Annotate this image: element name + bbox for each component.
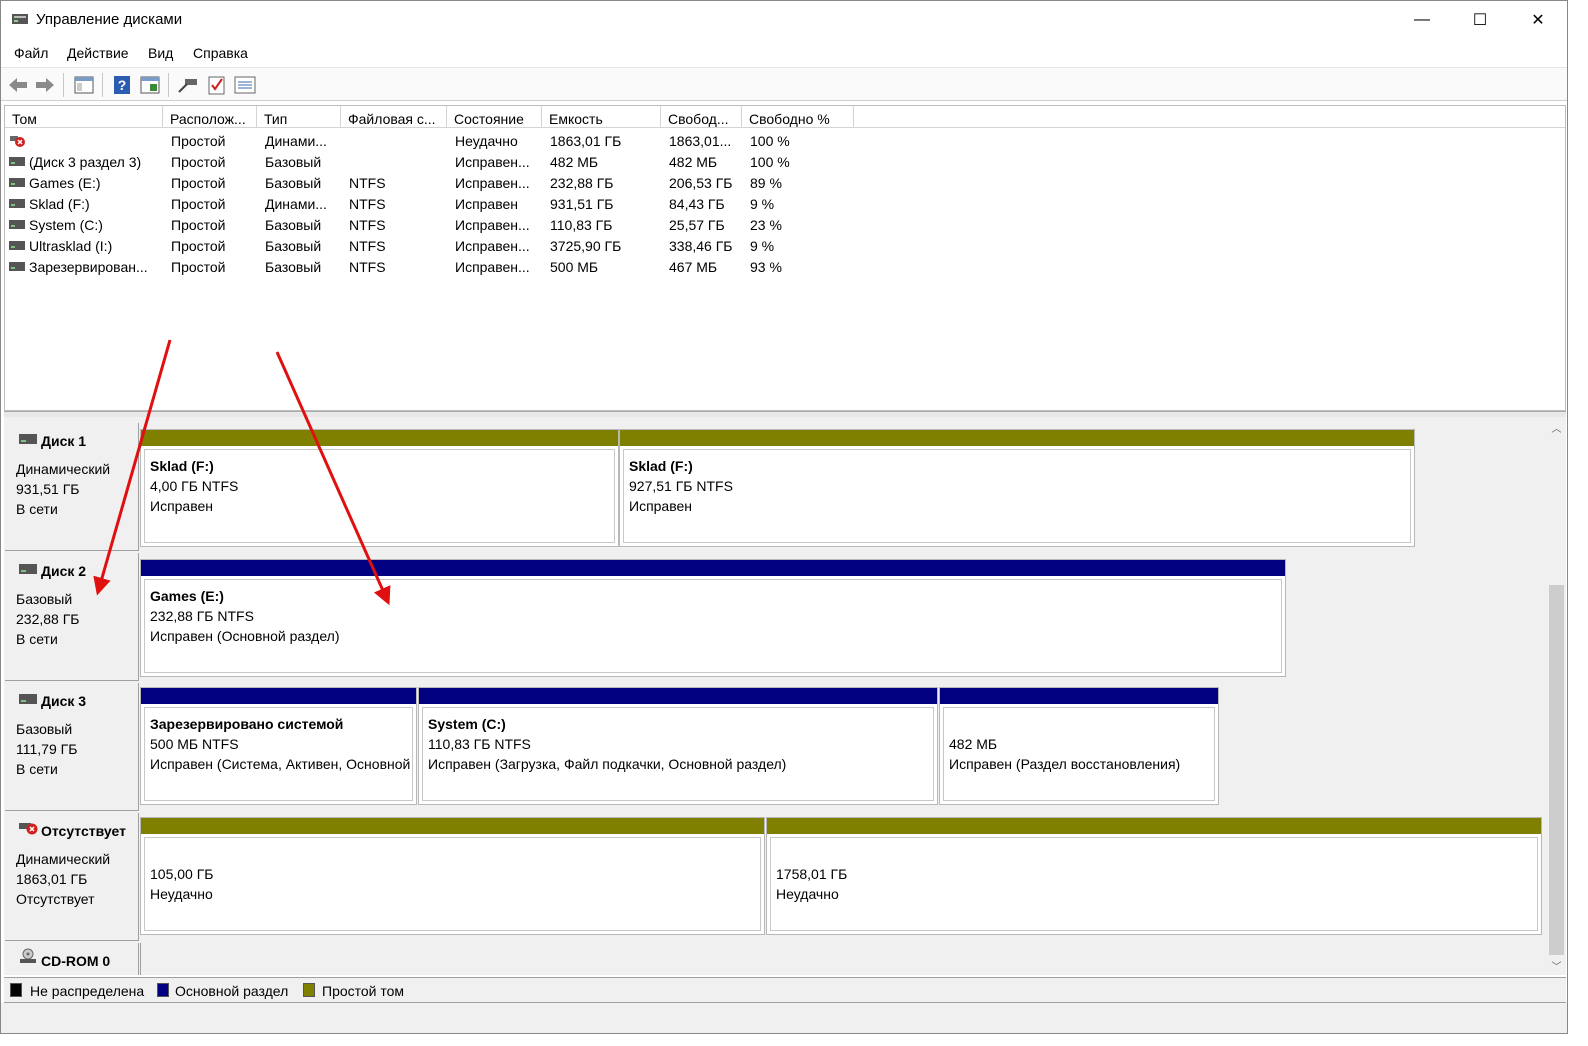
scroll-down-arrow-icon[interactable]: ﹀: [1547, 957, 1566, 973]
table-row[interactable]: Зарезервирован... Простой Базовый NTFS И…: [5, 257, 855, 278]
menu-bar: Файл Действие Вид Справка: [1, 39, 1567, 67]
table-row[interactable]: Games (E:) Простой Базовый NTFS Исправен…: [5, 173, 855, 194]
forward-arrow-icon[interactable]: [34, 74, 56, 96]
col-header-filesystem[interactable]: Файловая с...: [341, 106, 447, 128]
legend-swatch-primary: [157, 983, 169, 997]
partition-missing-1[interactable]: 105,00 ГБ Неудачно: [140, 817, 765, 935]
legend-swatch-unallocated: [10, 983, 22, 997]
menu-action[interactable]: Действие: [67, 45, 129, 61]
drive-icon: [9, 199, 25, 208]
partition-sklad-2[interactable]: Sklad (F:) 927,51 ГБ NTFS Исправен: [619, 429, 1415, 547]
drive-icon: [9, 178, 25, 187]
disk-map: Диск 1 Динамический 931,51 ГБ В сети Skl…: [4, 417, 1566, 975]
primary-partition-bar: [141, 560, 1285, 576]
failed-volume-icon: [10, 136, 25, 147]
primary-partition-bar: [141, 688, 416, 704]
disk-3-label[interactable]: Диск 3 Базовый 111,79 ГБ В сети: [5, 683, 139, 811]
scroll-thumb[interactable]: [1549, 585, 1564, 955]
disk-icon: [19, 694, 37, 704]
properties-icon[interactable]: [139, 74, 161, 96]
menu-view[interactable]: Вид: [148, 45, 173, 61]
partition-games[interactable]: Games (E:) 232,88 ГБ NTFS Исправен (Осно…: [140, 559, 1286, 677]
col-header-layout[interactable]: Располож...: [163, 106, 257, 128]
back-arrow-icon[interactable]: [7, 74, 29, 96]
scroll-up-arrow-icon[interactable]: ︿: [1547, 419, 1566, 435]
col-header-status[interactable]: Состояние: [447, 106, 542, 128]
table-row[interactable]: Sklad (F:) Простой Динами... NTFS Исправ…: [5, 194, 855, 215]
col-header-volume[interactable]: Том: [5, 106, 163, 128]
cdrom-icon: [20, 948, 36, 963]
drive-icon: [9, 220, 25, 229]
disk-management-window: Управление дисками — ☐ ✕ Файл Действие В…: [0, 0, 1568, 1034]
maximize-button[interactable]: ☐: [1451, 1, 1509, 39]
connect-icon[interactable]: [177, 74, 199, 96]
status-bar: [1, 1003, 1567, 1033]
missing-disk-icon: [19, 823, 38, 835]
table-row[interactable]: (Диск 3 раздел 3) Простой Базовый Исправ…: [5, 152, 855, 173]
col-header-capacity[interactable]: Емкость: [542, 106, 661, 128]
table-row[interactable]: Ultrasklad (I:) Простой Базовый NTFS Исп…: [5, 236, 855, 257]
table-row[interactable]: System (C:) Простой Базовый NTFS Исправе…: [5, 215, 855, 236]
volume-list: Том Располож... Тип Файловая с... Состоя…: [4, 105, 1566, 411]
cdrom-label[interactable]: CD-ROM 0 DVD (G:): [5, 943, 139, 975]
svg-text:?: ?: [118, 77, 127, 93]
disk-icon: [19, 434, 37, 444]
drive-icon: [9, 262, 25, 271]
drive-icon: [9, 241, 25, 250]
menu-file[interactable]: Файл: [14, 45, 48, 61]
partition-recovery[interactable]: 482 МБ Исправен (Раздел восстановления): [939, 687, 1219, 805]
primary-partition-bar: [419, 688, 937, 704]
console-tree-icon[interactable]: [73, 74, 95, 96]
help-icon[interactable]: ?: [111, 74, 133, 96]
title-bar[interactable]: Управление дисками — ☐ ✕: [1, 1, 1567, 39]
check-icon[interactable]: [206, 74, 228, 96]
disk-map-scrollbar[interactable]: ︿ ﹀: [1547, 417, 1566, 975]
disk-icon: [19, 564, 37, 574]
partition-system-reserved[interactable]: Зарезервировано системой 500 МБ NTFS Исп…: [140, 687, 417, 805]
simple-volume-bar: [141, 430, 618, 446]
table-row[interactable]: Простой Динами... Неудачно 1863,01 ГБ 18…: [5, 131, 855, 152]
simple-volume-bar: [141, 818, 764, 834]
disk-2-label[interactable]: Диск 2 Базовый 232,88 ГБ В сети: [5, 553, 139, 681]
window-title: Управление дисками: [36, 11, 183, 28]
col-header-free-percent[interactable]: Свободно %: [742, 106, 854, 128]
simple-volume-bar: [620, 430, 1414, 446]
drive-icon: [9, 157, 25, 166]
legend-swatch-simple: [303, 983, 315, 997]
toolbar: ?: [1, 67, 1567, 101]
missing-disk-label[interactable]: Отсутствует Динамический 1863,01 ГБ Отсу…: [5, 813, 139, 941]
partition-sklad-1[interactable]: Sklad (F:) 4,00 ГБ NTFS Исправен: [140, 429, 619, 547]
disk-management-app-icon: [12, 14, 28, 24]
minimize-button[interactable]: —: [1393, 1, 1451, 39]
simple-volume-bar: [767, 818, 1541, 834]
close-button[interactable]: ✕: [1509, 1, 1567, 39]
primary-partition-bar: [940, 688, 1218, 704]
list-icon[interactable]: [234, 74, 256, 96]
col-header-free[interactable]: Свобод...: [661, 106, 742, 128]
partition-system-c[interactable]: System (C:) 110,83 ГБ NTFS Исправен (Заг…: [418, 687, 938, 805]
disk-1-label[interactable]: Диск 1 Динамический 931,51 ГБ В сети: [5, 423, 139, 551]
legend: Не распределена Основной раздел Простой …: [4, 977, 1566, 1003]
partition-missing-2[interactable]: 1758,01 ГБ Неудачно: [766, 817, 1542, 935]
menu-help[interactable]: Справка: [193, 45, 248, 61]
col-header-type[interactable]: Тип: [257, 106, 341, 128]
